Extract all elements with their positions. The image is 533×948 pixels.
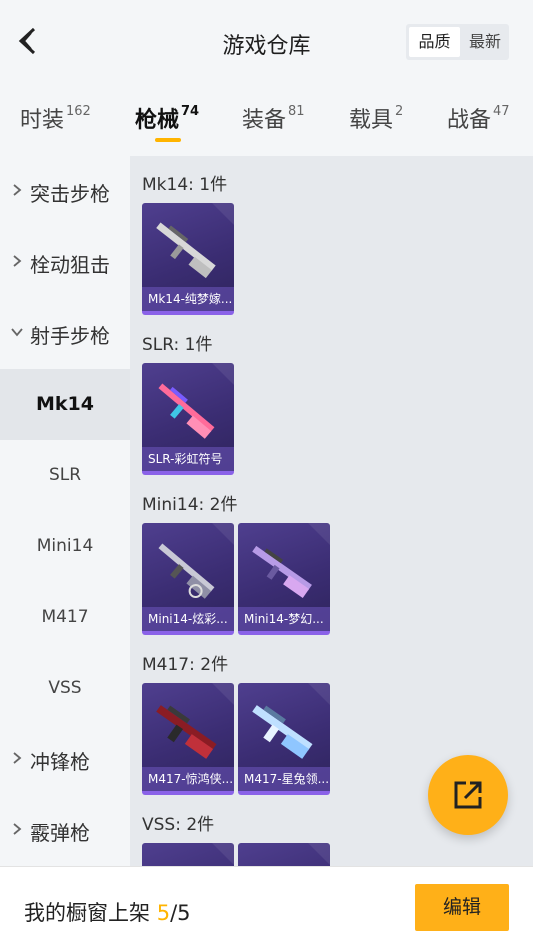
item-card[interactable]: Mini14-梦幻... bbox=[238, 523, 330, 635]
chevron-right-icon bbox=[13, 823, 22, 835]
sidebar-item-m417[interactable]: M417 bbox=[0, 582, 130, 653]
share-button[interactable] bbox=[428, 755, 508, 835]
sidebar-category-label: 冲锋枪 bbox=[30, 750, 90, 774]
rifle-icon bbox=[158, 383, 215, 439]
group-title: VSS: 2件 bbox=[142, 815, 215, 835]
tab-label: 战备 bbox=[447, 108, 492, 133]
item-name: Mini14-梦幻... bbox=[238, 607, 330, 631]
rifle-icon bbox=[158, 543, 215, 599]
tab-count: 74 bbox=[181, 104, 200, 119]
tab-label: 枪械 bbox=[135, 108, 180, 133]
item-name: M417-星兔领... bbox=[238, 767, 330, 791]
sidebar-category-marksman-rifle[interactable]: 射手步枪 bbox=[0, 298, 130, 369]
sidebar-category-label: 突击步枪 bbox=[30, 182, 110, 206]
showcase-status: 我的橱窗上架 5/5 bbox=[24, 897, 191, 927]
tab-label: 时装 bbox=[20, 108, 65, 133]
sidebar-item-mk14[interactable]: Mk14 bbox=[0, 369, 130, 440]
sidebar-item-mini14[interactable]: Mini14 bbox=[0, 511, 130, 582]
tab-equipment[interactable]: 装备 81 bbox=[242, 102, 305, 134]
sort-toggle[interactable]: 品质 最新 bbox=[406, 24, 509, 60]
item-card[interactable] bbox=[142, 843, 234, 866]
tab-fashion[interactable]: 时装 162 bbox=[20, 102, 91, 134]
sidebar-category-shotgun[interactable]: 霰弹枪 bbox=[0, 795, 130, 866]
sort-quality-button[interactable]: 品质 bbox=[409, 27, 460, 57]
sort-latest-button[interactable]: 最新 bbox=[462, 27, 508, 57]
tab-count: 81 bbox=[288, 104, 305, 119]
top-bar: 游戏仓库 品质 最新 bbox=[0, 0, 533, 86]
showcase-total: 5 bbox=[177, 901, 191, 925]
tab-label: 载具 bbox=[349, 108, 394, 133]
showcase-label: 我的橱窗上架 bbox=[24, 901, 150, 925]
rifle-icon bbox=[156, 222, 216, 279]
item-name: SLR-彩虹符号 bbox=[142, 447, 234, 471]
sidebar-item-slr[interactable]: SLR bbox=[0, 440, 130, 511]
chevron-right-icon bbox=[13, 752, 22, 764]
group-title: M417: 2件 bbox=[142, 655, 229, 675]
item-card[interactable]: Mk14-纯梦嫁... bbox=[142, 203, 234, 315]
sidebar-category-bolt-sniper[interactable]: 栓动狙击 bbox=[0, 227, 130, 298]
item-card[interactable]: M417-星兔领... bbox=[238, 683, 330, 795]
edit-button[interactable]: 编辑 bbox=[415, 884, 509, 931]
sidebar-category-assault-rifle[interactable]: 突击步枪 bbox=[0, 156, 130, 227]
tab-gear[interactable]: 战备 47 bbox=[447, 102, 510, 134]
rifle-icon bbox=[156, 705, 217, 759]
tab-count: 2 bbox=[395, 104, 404, 119]
category-tabs: 时装 162 枪械 74 装备 81 载具 2 战备 47 bbox=[0, 86, 533, 156]
sidebar: 突击步枪 栓动狙击 射手步枪 Mk14 SLR Mini14 M417 VSS … bbox=[0, 156, 130, 866]
external-link-icon bbox=[454, 781, 482, 809]
group-title: Mini14: 2件 bbox=[142, 495, 238, 515]
tab-firearms[interactable]: 枪械 74 bbox=[135, 102, 199, 134]
sidebar-category-smg[interactable]: 冲锋枪 bbox=[0, 724, 130, 795]
sidebar-category-label: 霰弹枪 bbox=[30, 821, 90, 845]
sidebar-category-label: 射手步枪 bbox=[30, 324, 110, 348]
rifle-icon bbox=[252, 705, 313, 759]
item-card[interactable]: Mini14-炫彩... bbox=[142, 523, 234, 635]
item-name: Mk14-纯梦嫁... bbox=[142, 287, 234, 311]
showcase-current: 5 bbox=[156, 901, 171, 925]
tab-vehicles[interactable]: 载具 2 bbox=[349, 102, 403, 134]
item-card[interactable]: SLR-彩虹符号 bbox=[142, 363, 234, 475]
tab-count: 162 bbox=[66, 104, 91, 119]
tab-count: 47 bbox=[493, 104, 510, 119]
sidebar-category-label: 栓动狙击 bbox=[30, 253, 110, 277]
chevron-down-icon bbox=[11, 328, 23, 337]
group-title: Mk14: 1件 bbox=[142, 175, 228, 195]
rifle-icon bbox=[252, 545, 312, 599]
tab-label: 装备 bbox=[242, 108, 287, 133]
chevron-right-icon bbox=[13, 255, 22, 267]
item-name: Mini14-炫彩... bbox=[142, 607, 234, 631]
item-name: M417-惊鸿侠... bbox=[142, 767, 234, 791]
item-card[interactable] bbox=[238, 843, 330, 866]
bottom-bar: 我的橱窗上架 5/5 编辑 bbox=[0, 866, 533, 948]
active-tab-indicator bbox=[155, 138, 181, 142]
item-card[interactable]: M417-惊鸿侠... bbox=[142, 683, 234, 795]
chevron-right-icon bbox=[13, 184, 22, 196]
group-title: SLR: 1件 bbox=[142, 335, 213, 355]
sidebar-item-vss[interactable]: VSS bbox=[0, 653, 130, 724]
